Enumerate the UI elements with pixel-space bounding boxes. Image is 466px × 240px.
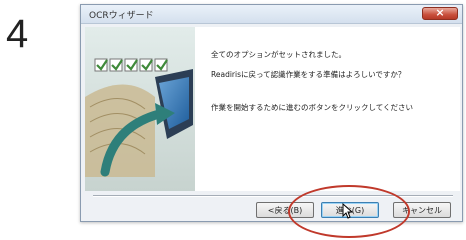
ocr-wizard-dialog: OCRウィザード × 全てのオプションがセットされました。 Readirisに戻… [80,4,463,222]
message-ready-question: Readirisに戻って認識作業をする準備はよろしいですか？ [211,70,406,79]
mouse-cursor-icon [342,203,354,219]
message-click-next: 作業を開始するために進むのボタンをクリックしてください [211,103,414,112]
step-number: 4 [6,12,29,56]
message-options-set: 全てのオプションがセットされました。 [211,50,346,59]
close-button[interactable]: × [422,6,458,20]
wizard-content: 全てのオプションがセットされました。 Readirisに戻って認識作業をする準備… [85,27,460,191]
wizard-illustration [85,27,195,191]
title-bar: OCRウィザード × [81,5,462,24]
window-title: OCRウィザード [89,11,154,21]
close-icon: × [435,6,445,19]
wizard-illustration-graphic [85,27,195,191]
